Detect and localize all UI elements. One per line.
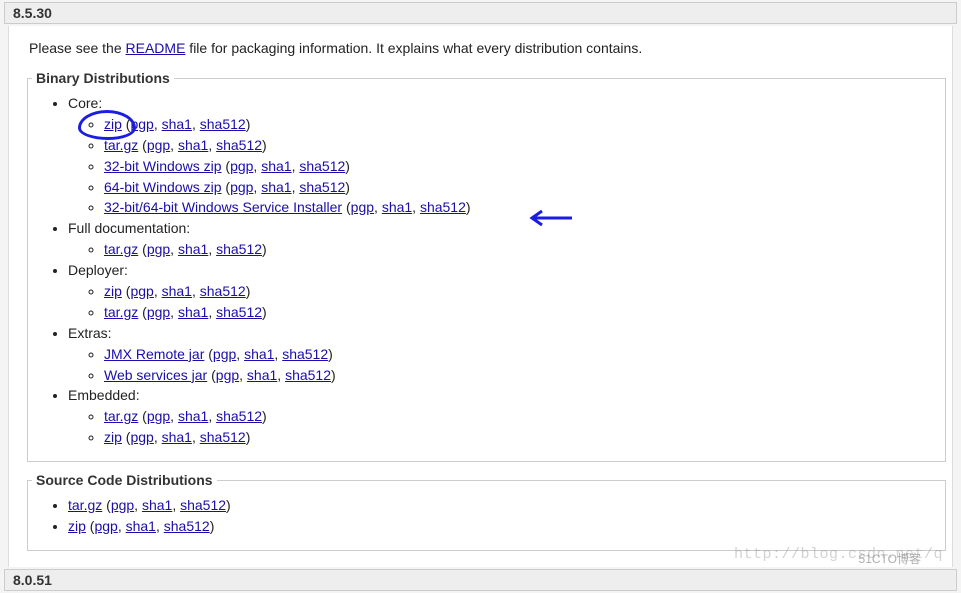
binary-list: Core: zip (pgp, sha1, sha512) tar.gz (pg… — [50, 94, 941, 447]
group-label-fulldoc: Full documentation: — [68, 220, 190, 236]
sig-link[interactable]: sha1 — [178, 137, 208, 153]
sig-link[interactable]: sha512 — [216, 304, 262, 320]
dl-link[interactable]: 32-bit/64-bit Windows Service Installer — [104, 199, 342, 215]
group-core: Core: zip (pgp, sha1, sha512) tar.gz (pg… — [68, 94, 941, 217]
sig-link[interactable]: pgp — [130, 116, 153, 132]
dl-link[interactable]: zip — [104, 283, 122, 299]
sig-link[interactable]: pgp — [94, 518, 117, 534]
binary-legend: Binary Distributions — [32, 70, 174, 86]
version-header-bottom: 8.0.51 — [4, 569, 957, 591]
sig-link[interactable]: pgp — [147, 137, 170, 153]
sig-link[interactable]: sha1 — [162, 116, 192, 132]
list-item: 32-bit Windows zip (pgp, sha1, sha512) — [104, 157, 941, 176]
readme-link[interactable]: README — [126, 40, 186, 56]
sig-link[interactable]: pgp — [147, 408, 170, 424]
sig-link[interactable]: pgp — [230, 158, 253, 174]
intro-suffix: file for packaging information. It expla… — [185, 40, 642, 56]
sig-link[interactable]: sha512 — [216, 137, 262, 153]
list-item: tar.gz (pgp, sha1, sha512) — [104, 303, 941, 322]
sig-link[interactable]: pgp — [230, 179, 253, 195]
sig-link[interactable]: sha512 — [200, 116, 246, 132]
dl-link[interactable]: zip — [104, 116, 122, 132]
sig-link[interactable]: pgp — [351, 199, 374, 215]
sig-link[interactable]: pgp — [216, 367, 239, 383]
sig-link[interactable]: sha512 — [216, 241, 262, 257]
sig-link[interactable]: sha512 — [164, 518, 210, 534]
group-deployer: Deployer: zip (pgp, sha1, sha512) tar.gz… — [68, 261, 941, 322]
list-item: 32-bit/64-bit Windows Service Installer … — [104, 198, 941, 217]
sig-link[interactable]: sha512 — [200, 283, 246, 299]
sig-link[interactable]: sha1 — [162, 283, 192, 299]
list-item: tar.gz (pgp, sha1, sha512) — [104, 136, 941, 155]
version-header-top: 8.5.30 — [4, 2, 957, 24]
list-item: tar.gz (pgp, sha1, sha512) — [104, 407, 941, 426]
sig-link[interactable]: sha512 — [216, 408, 262, 424]
dl-link[interactable]: tar.gz — [104, 137, 138, 153]
sig-link[interactable]: pgp — [147, 304, 170, 320]
sig-link[interactable]: sha512 — [282, 346, 328, 362]
list-item: zip (pgp, sha1, sha512) — [104, 428, 941, 447]
sig-link[interactable]: pgp — [213, 346, 236, 362]
sig-link[interactable]: sha1 — [126, 518, 156, 534]
group-label-core: Core: — [68, 95, 102, 111]
dl-link[interactable]: tar.gz — [104, 304, 138, 320]
binary-distributions-fieldset: Binary Distributions Core: zip (pgp, sha… — [27, 70, 946, 462]
sig-link[interactable]: sha1 — [261, 179, 291, 195]
dl-link[interactable]: zip — [68, 518, 86, 534]
group-label-extras: Extras: — [68, 325, 112, 341]
group-embedded: Embedded: tar.gz (pgp, sha1, sha512) zip… — [68, 386, 941, 447]
source-distributions-fieldset: Source Code Distributions tar.gz (pgp, s… — [27, 472, 946, 551]
sig-link[interactable]: sha1 — [382, 199, 412, 215]
sig-link[interactable]: sha512 — [420, 199, 466, 215]
sig-link[interactable]: sha512 — [180, 497, 226, 513]
content-pane: Please see the README file for packaging… — [8, 26, 953, 567]
group-label-embedded: Embedded: — [68, 387, 140, 403]
list-item: 64-bit Windows zip (pgp, sha1, sha512) — [104, 178, 941, 197]
dl-link[interactable]: 64-bit Windows zip — [104, 179, 222, 195]
source-list: tar.gz (pgp, sha1, sha512) zip (pgp, sha… — [50, 496, 941, 536]
list-item: tar.gz (pgp, sha1, sha512) — [104, 240, 941, 259]
dl-link[interactable]: JMX Remote jar — [104, 346, 204, 362]
watermark-badge: 51CTO博客 — [859, 550, 921, 567]
sig-link[interactable]: pgp — [147, 241, 170, 257]
sig-link[interactable]: sha1 — [178, 304, 208, 320]
list-item: Web services jar (pgp, sha1, sha512) — [104, 366, 941, 385]
sig-link[interactable]: sha512 — [299, 179, 345, 195]
sig-link[interactable]: sha1 — [247, 367, 277, 383]
dl-link[interactable]: zip — [104, 429, 122, 445]
sig-link[interactable]: sha512 — [299, 158, 345, 174]
sig-link[interactable]: sha1 — [162, 429, 192, 445]
list-item: zip (pgp, sha1, sha512) — [104, 115, 941, 134]
intro-paragraph: Please see the README file for packaging… — [29, 40, 946, 56]
sig-link[interactable]: pgp — [130, 429, 153, 445]
list-item: JMX Remote jar (pgp, sha1, sha512) — [104, 345, 941, 364]
sig-link[interactable]: sha512 — [285, 367, 331, 383]
intro-prefix: Please see the — [29, 40, 126, 56]
list-item: zip (pgp, sha1, sha512) — [68, 517, 941, 536]
sig-link[interactable]: sha1 — [178, 241, 208, 257]
dl-link[interactable]: 32-bit Windows zip — [104, 158, 222, 174]
sig-link[interactable]: sha512 — [200, 429, 246, 445]
sig-link[interactable]: sha1 — [244, 346, 274, 362]
dl-link[interactable]: tar.gz — [68, 497, 102, 513]
group-extras: Extras: JMX Remote jar (pgp, sha1, sha51… — [68, 324, 941, 385]
dl-link[interactable]: tar.gz — [104, 241, 138, 257]
dl-link[interactable]: tar.gz — [104, 408, 138, 424]
sig-link[interactable]: pgp — [130, 283, 153, 299]
sig-link[interactable]: sha1 — [261, 158, 291, 174]
list-item: tar.gz (pgp, sha1, sha512) — [68, 496, 941, 515]
sig-link[interactable]: sha1 — [142, 497, 172, 513]
sig-link[interactable]: pgp — [111, 497, 134, 513]
source-legend: Source Code Distributions — [32, 472, 217, 488]
sig-link[interactable]: sha1 — [178, 408, 208, 424]
dl-link[interactable]: Web services jar — [104, 367, 207, 383]
list-item: zip (pgp, sha1, sha512) — [104, 282, 941, 301]
group-label-deployer: Deployer: — [68, 262, 128, 278]
group-fulldoc: Full documentation: tar.gz (pgp, sha1, s… — [68, 219, 941, 259]
